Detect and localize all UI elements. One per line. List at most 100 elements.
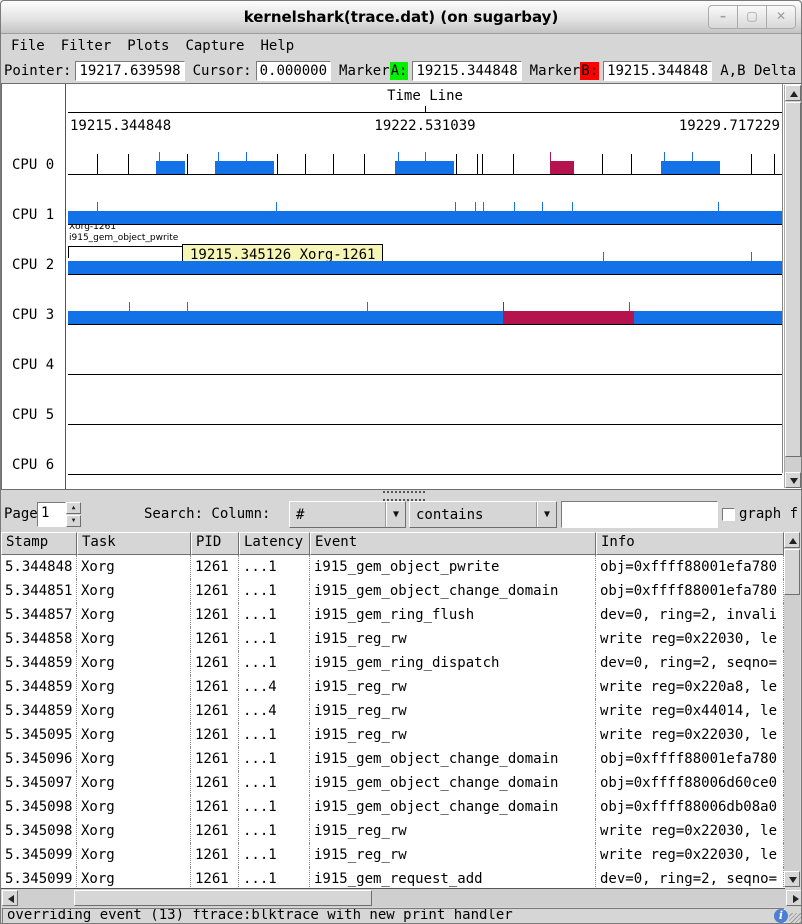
- scroll-down-button[interactable]: [784, 871, 800, 887]
- column-header-task[interactable]: Task: [77, 532, 191, 555]
- marker-a-value: 19215.344848: [412, 61, 521, 81]
- match-select[interactable]: contains ▼: [409, 501, 557, 528]
- cell: obj=0xffff88001efa780: [596, 555, 784, 579]
- cell: 1261: [191, 627, 239, 651]
- cpu-0-baseline: [68, 174, 782, 175]
- status-bar: overriding event (13) ftrace:blktrace wi…: [1, 907, 801, 924]
- graph-scrollbar-thumb[interactable]: [785, 102, 801, 457]
- cell: dev=0, ring=2, seqno=: [596, 867, 784, 889]
- cell: ...1: [239, 579, 310, 603]
- event-tick: [97, 154, 98, 174]
- close-button[interactable]: ✕: [766, 5, 796, 29]
- table-row[interactable]: 5.344859Xorg1261...4i915_reg_rwwrite reg…: [1, 675, 785, 699]
- event-tick: [128, 154, 129, 174]
- column-header-stamp[interactable]: Stamp: [1, 532, 77, 555]
- task-bar: [661, 161, 720, 174]
- scroll-up-button[interactable]: [784, 532, 800, 548]
- task-label-event: i915_gem_object_pwrite: [69, 233, 178, 244]
- cell: ...1: [239, 843, 310, 867]
- table-header: StampTaskPIDLatencyEventInfo: [1, 532, 785, 555]
- table-row[interactable]: 5.344857Xorg1261...1i915_gem_ring_flushd…: [1, 603, 785, 627]
- cell: write reg=0x220a8, le: [596, 675, 784, 699]
- marker-bar: Pointer: 19217.639598 Cursor: 0.000000 M…: [1, 58, 801, 83]
- graph-follows-checkbox[interactable]: [722, 508, 735, 521]
- scroll-down-button[interactable]: [785, 472, 801, 488]
- task-event-tick: [629, 302, 630, 311]
- horizontal-scrollbar[interactable]: [2, 889, 802, 907]
- cpu-1-baseline: [68, 224, 782, 225]
- page-value[interactable]: 1: [37, 502, 66, 527]
- horizontal-scrollbar-thumb[interactable]: [74, 890, 372, 906]
- table-row[interactable]: 5.345095Xorg1261...1i915_reg_rwwrite reg…: [1, 723, 785, 747]
- timeline-graph[interactable]: CPU 0CPU 1CPU 2CPU 3CPU 4CPU 5CPU 6 Time…: [1, 83, 802, 490]
- table-row[interactable]: 5.344859Xorg1261...4i915_reg_rwwrite reg…: [1, 699, 785, 723]
- task-event-tick: [718, 202, 719, 211]
- cell: 1261: [191, 819, 239, 843]
- table-row[interactable]: 5.344851Xorg1261...1i915_gem_object_chan…: [1, 579, 785, 603]
- menu-file[interactable]: File: [11, 38, 45, 54]
- table-row[interactable]: 5.345096Xorg1261...1i915_gem_object_chan…: [1, 747, 785, 771]
- table-row[interactable]: 5.345098Xorg1261...1i915_reg_rwwrite reg…: [1, 819, 785, 843]
- column-header-info[interactable]: Info: [596, 532, 784, 555]
- page-increment-button[interactable]: ▲: [66, 502, 81, 514]
- scroll-up-button[interactable]: [785, 85, 801, 101]
- cell: dev=0, ring=2, invali: [596, 603, 784, 627]
- cpu-6-baseline: [68, 474, 782, 475]
- table-row[interactable]: 5.345097Xorg1261...1i915_gem_object_chan…: [1, 771, 785, 795]
- task-event-tick: [367, 302, 368, 311]
- cell: i915_reg_rw: [310, 723, 596, 747]
- table-row[interactable]: 5.345098Xorg1261...1i915_gem_object_chan…: [1, 795, 785, 819]
- menu-filter[interactable]: Filter: [61, 38, 112, 54]
- menu-help[interactable]: Help: [260, 38, 294, 54]
- cell: i915_gem_object_pwrite: [310, 555, 596, 579]
- info-icon: i: [774, 909, 788, 923]
- cell: ...1: [239, 747, 310, 771]
- table-scrollbar-thumb[interactable]: [784, 549, 800, 595]
- search-input[interactable]: [561, 501, 718, 528]
- window-buttons: –▢✕: [709, 5, 796, 29]
- cell: i915_reg_rw: [310, 843, 596, 867]
- maximize-button[interactable]: ▢: [737, 5, 767, 29]
- cell: ...1: [239, 627, 310, 651]
- table-row[interactable]: 5.344859Xorg1261...1i915_gem_ring_dispat…: [1, 651, 785, 675]
- event-tick: [456, 154, 457, 174]
- menu-capture[interactable]: Capture: [185, 38, 244, 54]
- menu-plots[interactable]: Plots: [127, 38, 169, 54]
- page-decrement-button[interactable]: ▼: [66, 515, 81, 527]
- cell: ...1: [239, 867, 310, 889]
- table-row[interactable]: 5.345099Xorg1261...1i915_gem_request_add…: [1, 867, 785, 889]
- cell: 5.344848: [1, 555, 77, 579]
- kernelshark-window: kernelshark(trace.dat) (on sugarbay) –▢✕…: [0, 0, 802, 924]
- table-row[interactable]: 5.344858Xorg1261...1i915_reg_rwwrite reg…: [1, 627, 785, 651]
- timeline-plot[interactable]: Time Line 19215.344848 19222.531039 1922…: [68, 84, 782, 489]
- scroll-left-button[interactable]: [2, 890, 18, 906]
- minimize-button[interactable]: –: [708, 5, 738, 29]
- page-spinbox[interactable]: 1 ▲ ▼: [37, 502, 81, 527]
- task-bar: [503, 311, 634, 324]
- event-tick: [477, 154, 478, 174]
- scroll-right-button[interactable]: [786, 890, 802, 906]
- task-bar: [215, 161, 274, 174]
- column-header-latency[interactable]: Latency: [239, 532, 310, 555]
- event-tick: [364, 154, 365, 174]
- column-header-event[interactable]: Event: [310, 532, 596, 555]
- cpu-label-0: CPU 0: [12, 157, 54, 173]
- graph-vertical-scrollbar[interactable]: [784, 85, 801, 488]
- cell: Xorg: [77, 579, 191, 603]
- resize-grip[interactable]: [789, 913, 801, 924]
- title-bar[interactable]: kernelshark(trace.dat) (on sugarbay) –▢✕: [1, 1, 801, 34]
- cell: i915_gem_object_change_domain: [310, 795, 596, 819]
- table-row[interactable]: 5.344848Xorg1261...1i915_gem_object_pwri…: [1, 555, 785, 579]
- table-row[interactable]: 5.345099Xorg1261...1i915_reg_rwwrite reg…: [1, 843, 785, 867]
- task-event-tick: [246, 152, 247, 161]
- task-event-tick: [603, 252, 604, 261]
- table-vertical-scrollbar[interactable]: [784, 532, 800, 887]
- cell: ...1: [239, 651, 310, 675]
- cpu-3-baseline: [68, 324, 782, 325]
- column-select[interactable]: # ▼: [289, 501, 406, 528]
- cell: 5.345099: [1, 843, 77, 867]
- cell: Xorg: [77, 771, 191, 795]
- column-header-pid[interactable]: PID: [191, 532, 239, 555]
- event-tick: [187, 154, 188, 174]
- marker-b-label: Marker: [530, 63, 581, 79]
